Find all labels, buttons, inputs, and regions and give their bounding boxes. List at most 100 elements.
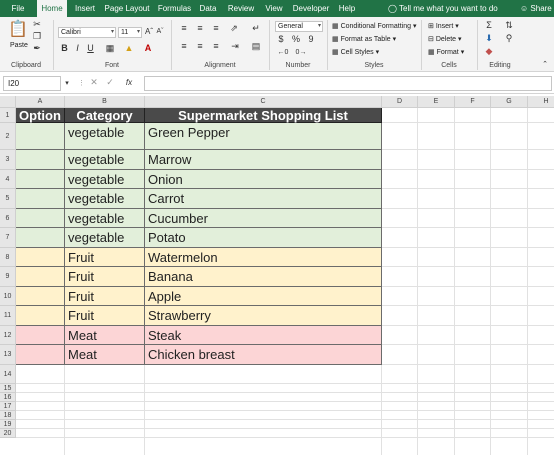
shopping-item-cell[interactable]: Strawberry	[145, 306, 382, 326]
category-cell[interactable]: vegetable	[65, 123, 145, 150]
category-cell[interactable]: Meat	[65, 325, 145, 345]
option-cell[interactable]	[16, 228, 65, 248]
borders-icon[interactable]: ▦	[103, 43, 117, 54]
category-cell[interactable]: vegetable	[65, 208, 145, 228]
indent-icon[interactable]: ⇥	[228, 41, 242, 52]
row-header-3[interactable]: 3	[0, 150, 16, 170]
merge-center-icon[interactable]: ▤	[250, 41, 262, 52]
font-name-select[interactable]: Calibri ▾	[58, 27, 116, 38]
shopping-item-cell[interactable]: Onion	[145, 169, 382, 189]
column-header-e[interactable]: E	[418, 96, 455, 108]
font-size-select[interactable]: 11 ▾	[118, 27, 142, 38]
category-cell[interactable]: Fruit	[65, 286, 145, 306]
row-header-5[interactable]: 5	[0, 189, 16, 209]
category-cell[interactable]: Fruit	[65, 247, 145, 267]
align-bottom-icon[interactable]: ≡	[210, 23, 222, 34]
align-middle-icon[interactable]: ≡	[194, 23, 206, 34]
column-header-d[interactable]: D	[382, 96, 418, 108]
category-cell[interactable]: vegetable	[65, 189, 145, 209]
option-cell[interactable]	[16, 345, 65, 365]
fill-icon[interactable]: ⬇	[482, 33, 496, 44]
align-left-icon[interactable]: ≡	[178, 41, 190, 52]
shopping-item-cell[interactable]: Banana	[145, 267, 382, 287]
currency-button[interactable]: $	[276, 34, 286, 45]
select-all-corner[interactable]	[0, 96, 16, 108]
column-header-h[interactable]: H	[528, 96, 554, 108]
header-category[interactable]: Category	[65, 108, 145, 123]
insert-cells-button[interactable]: ⊞ Insert ▾	[428, 22, 459, 32]
category-cell[interactable]: vegetable	[65, 169, 145, 189]
cancel-icon[interactable]: ✕	[88, 77, 100, 88]
tell-me-search[interactable]: ◯ Tell me what you want to do	[388, 0, 498, 17]
find-select-icon[interactable]: ⚲	[502, 33, 516, 44]
row-header-9[interactable]: 9	[0, 267, 16, 287]
format-cells-button[interactable]: ▦ Format ▾	[428, 48, 464, 58]
option-cell[interactable]	[16, 306, 65, 326]
column-header-b[interactable]: B	[65, 96, 145, 108]
paste-icon[interactable]: 📋	[8, 20, 28, 40]
increase-decimal-icon[interactable]: ←0	[276, 47, 290, 58]
tab-review[interactable]: Review	[226, 0, 256, 17]
enter-icon[interactable]: ✓	[104, 77, 116, 88]
option-cell[interactable]	[16, 286, 65, 306]
column-header-c[interactable]: C	[145, 96, 382, 108]
column-header-g[interactable]: G	[491, 96, 528, 108]
decrease-font-icon[interactable]: Aˇ	[155, 26, 165, 37]
row-header-2[interactable]: 2	[0, 123, 16, 150]
option-cell[interactable]	[16, 325, 65, 345]
insert-function-button[interactable]: fx	[122, 77, 136, 88]
shopping-item-cell[interactable]: Green Pepper	[145, 123, 382, 150]
conditional-formatting-button[interactable]: ▦ Conditional Formatting ▾	[332, 22, 416, 32]
tab-file[interactable]: File	[7, 0, 29, 17]
row-header-10[interactable]: 10	[0, 286, 16, 306]
underline-button[interactable]: U	[86, 43, 95, 54]
shopping-item-cell[interactable]: Steak	[145, 325, 382, 345]
row-header-11[interactable]: 11	[0, 306, 16, 326]
category-cell[interactable]: Meat	[65, 345, 145, 365]
category-cell[interactable]: vegetable	[65, 150, 145, 170]
tab-insert[interactable]: Insert	[72, 0, 98, 17]
row-header-7[interactable]: 7	[0, 228, 16, 248]
copy-icon[interactable]: ❐	[32, 31, 42, 42]
column-header-a[interactable]: A	[16, 96, 65, 108]
clear-icon[interactable]: ◆	[482, 46, 496, 57]
tab-help[interactable]: Help	[337, 0, 357, 17]
increase-font-icon[interactable]: Aˆ	[144, 26, 154, 37]
row-header-16[interactable]: 16	[0, 393, 16, 402]
tab-view[interactable]: View	[263, 0, 285, 17]
header-option[interactable]: Option	[16, 108, 65, 123]
number-format-select[interactable]: General ▾	[275, 21, 323, 32]
font-color-icon[interactable]: A	[141, 43, 155, 54]
row-header-17[interactable]: 17	[0, 402, 16, 411]
percent-button[interactable]: %	[291, 34, 301, 45]
shopping-item-cell[interactable]: Cucumber	[145, 208, 382, 228]
cell-styles-button[interactable]: ▦ Cell Styles ▾	[332, 48, 379, 58]
name-box-dropdown-icon[interactable]: ▾	[63, 78, 71, 89]
option-cell[interactable]	[16, 208, 65, 228]
option-cell[interactable]	[16, 189, 65, 209]
row-header-18[interactable]: 18	[0, 411, 16, 420]
name-box[interactable]: I20	[3, 76, 61, 91]
row-header-8[interactable]: 8	[0, 247, 16, 267]
align-right-icon[interactable]: ≡	[210, 41, 222, 52]
formula-input[interactable]	[144, 76, 552, 91]
share-button[interactable]: ☺ Share	[520, 0, 552, 17]
category-cell[interactable]: vegetable	[65, 228, 145, 248]
shopping-item-cell[interactable]: Potato	[145, 228, 382, 248]
tab-data[interactable]: Data	[198, 0, 218, 17]
row-header-14[interactable]: 14	[0, 364, 16, 384]
row-header-6[interactable]: 6	[0, 208, 16, 228]
decrease-decimal-icon[interactable]: 0→	[294, 47, 308, 58]
worksheet-grid[interactable]: ABCDEFGH 1 2 3 4 5 6 7 8 9 10 11 12 13 14 15 16 17 18 19 20…	[0, 96, 554, 455]
option-cell[interactable]	[16, 247, 65, 267]
tab-page-layout[interactable]: Page Layout	[104, 0, 150, 17]
format-painter-icon[interactable]: ✒	[32, 43, 42, 54]
delete-cells-button[interactable]: ⊟ Delete ▾	[428, 35, 462, 45]
shopping-item-cell[interactable]: Marrow	[145, 150, 382, 170]
paste-button[interactable]: Paste	[10, 41, 28, 51]
bold-button[interactable]: B	[60, 43, 69, 54]
sort-filter-icon[interactable]: ⇅	[502, 20, 516, 31]
cut-icon[interactable]: ✂	[32, 19, 42, 30]
orientation-icon[interactable]: ⇗	[228, 23, 240, 34]
option-cell[interactable]	[16, 123, 65, 150]
